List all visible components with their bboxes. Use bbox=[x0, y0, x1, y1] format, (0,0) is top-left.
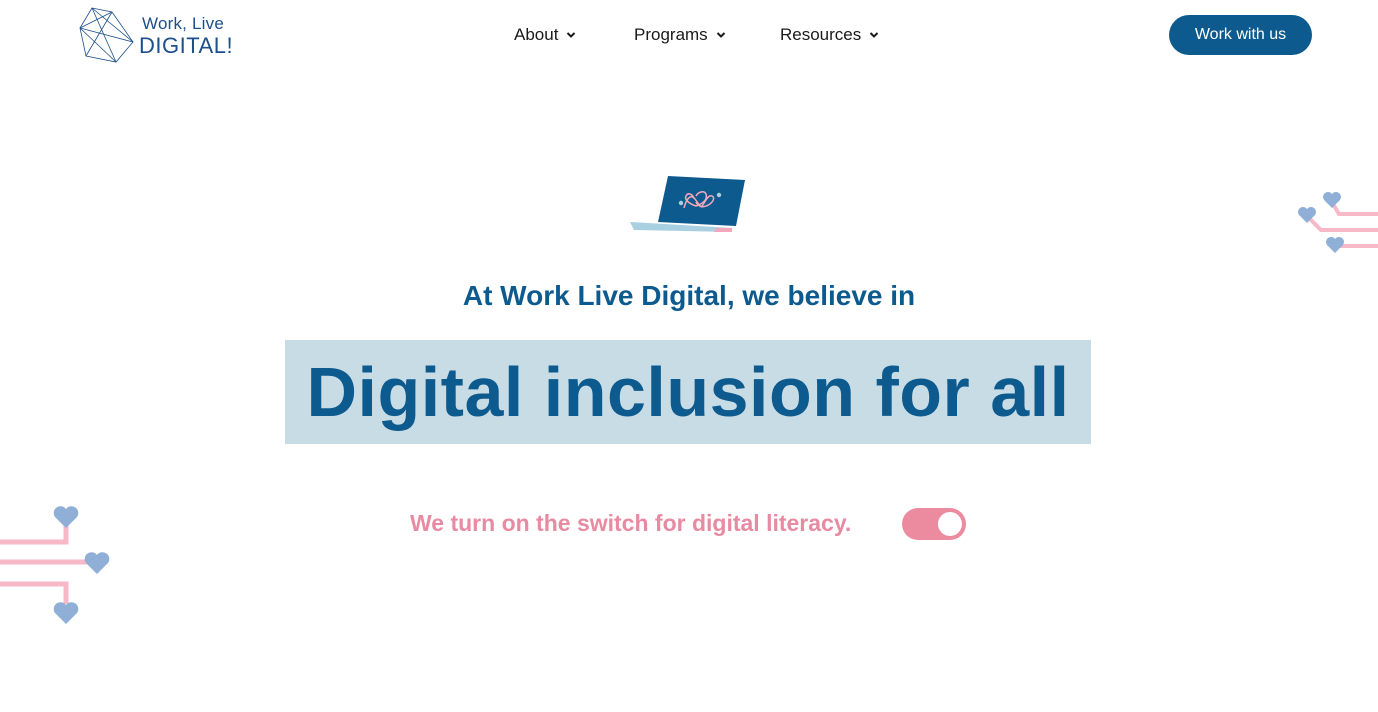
heart-circuit-icon bbox=[1298, 192, 1378, 253]
work-with-us-button[interactable]: Work with us bbox=[1169, 15, 1312, 55]
hero-tagline: We turn on the switch for digital litera… bbox=[410, 510, 852, 536]
logo-text-line2: DIGITAL! bbox=[139, 33, 234, 58]
chevron-down-icon bbox=[716, 32, 725, 38]
toggle-knob bbox=[938, 512, 962, 536]
logo[interactable]: Work, Live DIGITAL! bbox=[78, 6, 233, 64]
hero-headline: Digital inclusion for all bbox=[306, 353, 1070, 431]
nav-item-about[interactable]: About bbox=[514, 22, 634, 48]
nav-item-label: About bbox=[514, 25, 559, 44]
digital-literacy-toggle[interactable] bbox=[902, 508, 966, 540]
chevron-down-icon bbox=[567, 32, 576, 38]
main-nav: About Programs Resources bbox=[514, 22, 900, 48]
nav-item-resources[interactable]: Resources bbox=[780, 22, 900, 48]
geometric-crystal-logo-icon bbox=[79, 7, 134, 63]
logo-text-line1: Work, Live bbox=[142, 14, 224, 33]
hero-kicker: At Work Live Digital, we believe in bbox=[462, 280, 916, 311]
headline-highlight: Digital inclusion for all bbox=[285, 340, 1091, 444]
chevron-down-icon bbox=[870, 32, 879, 38]
nav-item-label: Programs bbox=[634, 25, 708, 44]
heart-circuit-icon bbox=[0, 506, 110, 624]
nav-item-programs[interactable]: Programs bbox=[634, 22, 780, 48]
laptop-heart-icon bbox=[630, 176, 745, 232]
nav-item-label: Resources bbox=[780, 25, 862, 44]
